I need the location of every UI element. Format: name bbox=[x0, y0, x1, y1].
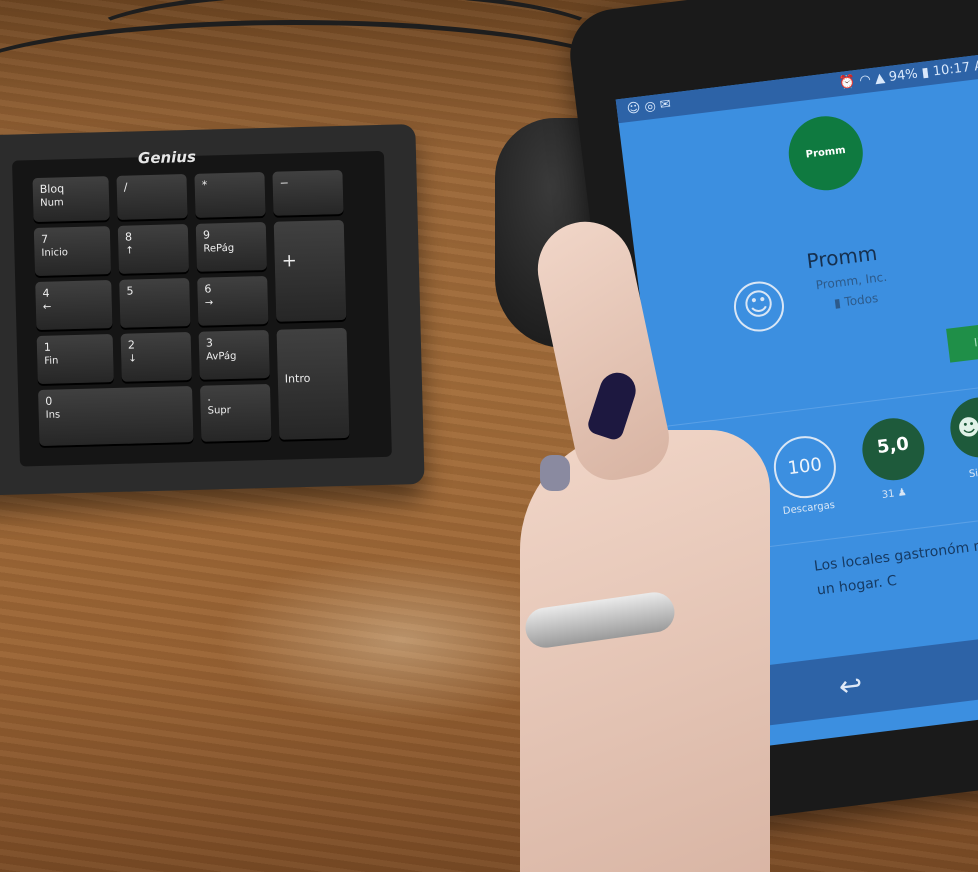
ring bbox=[540, 455, 570, 491]
alarm-icon: ⏰ bbox=[838, 74, 857, 92]
battery-icon: ▮ bbox=[920, 65, 930, 81]
wifi-icon: ◠ bbox=[858, 72, 872, 89]
key-1-end[interactable]: 1 Fin bbox=[36, 334, 114, 385]
app-description[interactable]: Los locales gastronóm necesitaban un hog… bbox=[813, 523, 978, 602]
downloads-badge: 100 bbox=[770, 432, 840, 502]
key-3-page-down[interactable]: 3 AvPág bbox=[198, 329, 270, 380]
clock: 10:17 AM bbox=[932, 57, 978, 80]
app-icon: Promm bbox=[784, 112, 868, 195]
key-5[interactable]: 5 bbox=[119, 278, 191, 328]
developer-name[interactable]: Promm, Inc. bbox=[815, 270, 888, 293]
back-icon[interactable]: ↩ bbox=[837, 668, 864, 704]
key-minus[interactable]: − bbox=[272, 169, 344, 216]
hand-palm bbox=[520, 430, 770, 872]
key-plus[interactable]: + bbox=[273, 219, 347, 322]
similar-apps-icon[interactable]: ☻☻ bbox=[946, 394, 978, 461]
key-7-home[interactable]: 7 Inicio bbox=[33, 226, 112, 277]
numeric-keypad: Genius Bloq Num / * − 7 Inicio 8 ↑ 9 RePág +… bbox=[0, 124, 425, 496]
key-9-page-up[interactable]: 9 RePág bbox=[195, 221, 267, 272]
key-decimal-delete[interactable]: . Supr bbox=[199, 383, 272, 442]
divider bbox=[655, 379, 978, 428]
content-rating: ▮ Todos bbox=[833, 291, 879, 311]
key-num-lock[interactable]: Bloq Num bbox=[32, 176, 110, 223]
notification-icons: ☺ ◎ ✉ bbox=[626, 96, 672, 118]
battery-level: 94% bbox=[888, 66, 919, 85]
rating-badge[interactable]: 5,0 bbox=[858, 414, 928, 484]
photo-scene: Genius Bloq Num / * − 7 Inicio 8 ↑ 9 RePág +… bbox=[0, 0, 978, 872]
key-2-down[interactable]: 2 ↓ bbox=[120, 331, 192, 382]
key-8-up[interactable]: 8 ↑ bbox=[117, 224, 190, 274]
rating-icon: ▮ bbox=[833, 295, 842, 311]
key-multiply[interactable]: * bbox=[194, 172, 266, 218]
app-title: Promm bbox=[805, 240, 879, 274]
key-6-right[interactable]: 6 → bbox=[197, 275, 269, 326]
similar-apps-label: Simil bbox=[968, 466, 978, 481]
smiley-face-icon: ☺ bbox=[731, 278, 787, 335]
rating-count: 31 ♟ bbox=[881, 486, 908, 501]
downloads-label: Descargas bbox=[782, 499, 836, 518]
status-right: ⏰ ◠ ▲ 94% ▮ 10:17 AM bbox=[838, 53, 978, 96]
status-bar: ☺ ◎ ✉ ⏰ ◠ ▲ 94% ▮ 10:17 AM bbox=[615, 51, 978, 124]
signal-icon: ▲ bbox=[874, 70, 886, 87]
key-4-left[interactable]: 4 ← bbox=[35, 280, 113, 331]
app-icon-label: Promm bbox=[805, 144, 847, 161]
key-divide[interactable]: / bbox=[116, 174, 188, 220]
keypad-brand-logo: Genius bbox=[137, 147, 197, 168]
install-button[interactable]: INSTALAR bbox=[946, 315, 978, 363]
key-0-insert[interactable]: 0 Ins bbox=[38, 385, 194, 446]
key-enter[interactable]: Intro bbox=[276, 327, 350, 440]
